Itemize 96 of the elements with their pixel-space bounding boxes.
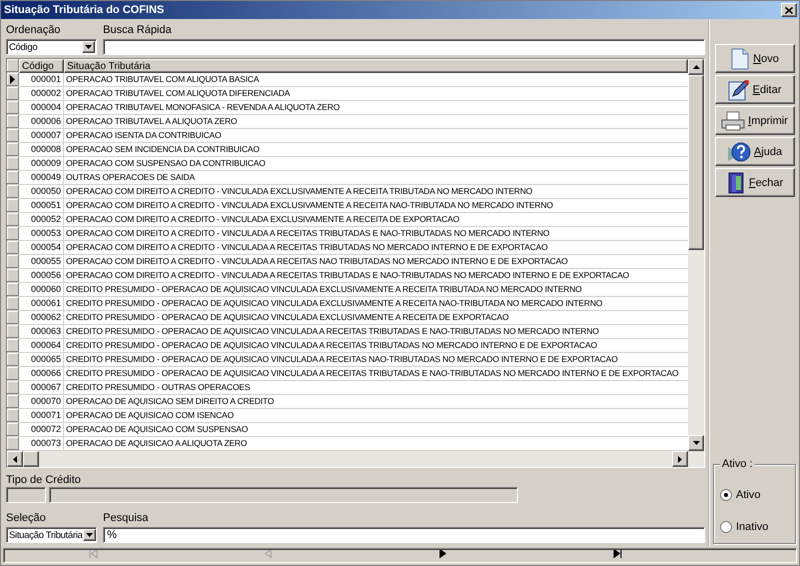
window-title: Situação Tributária do COFINS [4, 4, 166, 16]
table-cell: 000071 [19, 409, 64, 422]
table-cell: 000055 [19, 255, 64, 268]
right-arrow-icon[interactable] [678, 456, 682, 462]
table-cell: 000070 [19, 395, 64, 408]
horizontal-scrollbar[interactable] [7, 451, 704, 467]
table-cell-text: OPERACAO COM DIREITO A CREDITO - VINCULADA A RECEITAS TRIBUTADAS NO MERCADO INTERNO E DE EXPORTACAO [65, 241, 549, 254]
table-cell-text: OPERACAO DE AQUISICAO SEM DIREITO A CREDITO [65, 395, 275, 408]
table-cell: 000056 [19, 269, 64, 282]
table-cell-text: CREDITO PRESUMIDO - OUTRAS OPERACOES [65, 381, 251, 394]
radio-label[interactable]: Ativo [736, 489, 760, 501]
credit-code-field[interactable] [6, 487, 46, 503]
row-indicator[interactable] [7, 73, 19, 86]
table-cell-text: OPERACAO COM DIREITO A CREDITO - VINCULADA EXCLUSIVAMENTE A RECEITA NAO-TRIBUTADA NO MERCADO INTERNO [65, 199, 554, 212]
selection-dropdown[interactable]: Situação Tributária [6, 527, 97, 543]
close-button[interactable] [781, 3, 797, 17]
quick-search-field[interactable] [103, 39, 705, 55]
help-icon [726, 140, 751, 162]
field-label: Tipo de Crédito [6, 474, 82, 487]
column-header[interactable]: Situação Tributária [64, 59, 688, 73]
document-icon [730, 48, 750, 70]
radio-button[interactable] [720, 521, 732, 533]
table-cell: 000052 [19, 213, 64, 226]
table-cell-text: CREDITO PRESUMIDO - OPERACAO DE AQUISICAO VINCULADA A RECEITAS TRIBUTADAS E NAO-TRIBUTADAS NO MERCADO INTERNO [65, 325, 600, 338]
pencil-document-icon [728, 78, 750, 100]
table-cell: 000049 [19, 171, 64, 184]
table-cell-text: CREDITO PRESUMIDO - OPERACAO DE AQUISICAO VINCULADA A RECEITAS TRIBUTADAS E NAO-TRIBUTADAS NO MERCADO INTERNO E DE EXPORTACAO [65, 367, 680, 380]
table-cell: 000008 [19, 143, 64, 156]
table-cell-text: CREDITO PRESUMIDO - OPERACAO DE AQUISICAO VINCULADA A RECEITAS NAO-TRIBUTADAS NO MERCADO INTERNO E DE EXPORTACAO [65, 353, 619, 366]
table-cell: 000062 [19, 311, 64, 324]
table-cell-text: OPERACAO COM DIREITO A CREDITO - VINCULADA A RECEITAS TRIBUTADAS E NAO-TRIBUTADAS NO MERCADO INTERNO [65, 227, 550, 240]
table-cell: 000007 [19, 129, 64, 142]
table-cell: 000009 [19, 157, 64, 170]
table-cell-text: OPERACAO TRIBUTAVEL COM ALIQUOTA BASICA [65, 73, 260, 86]
table-cell: 000061 [19, 297, 64, 310]
table-cell-text: OPERACAO TRIBUTAVEL COM ALIQUOTA DIFERENCIADA [65, 87, 291, 100]
edit-button[interactable]: Editar [714, 75, 794, 104]
field-label: Pesquisa [103, 512, 150, 525]
search-field[interactable]: % [103, 527, 705, 543]
field-label: Seleção [6, 512, 47, 525]
table-cell-text: OPERACAO SEM INCIDENCIA DA CONTRIBUICAO [65, 143, 260, 156]
close-button[interactable]: Fechar [714, 168, 794, 197]
table-cell: 000064 [19, 339, 64, 352]
door-icon [726, 172, 746, 194]
radio-button[interactable] [720, 489, 732, 501]
field-label: Ordenação [6, 24, 62, 37]
table-cell: 000002 [19, 87, 64, 100]
table-cell-text: CREDITO PRESUMIDO - OPERACAO DE AQUISICAO VINCULADA EXCLUSIVAMENTE A RECEITA NAO-TRIBUTADA NO MERCADO INTERNO [65, 297, 604, 310]
table-cell: 000051 [19, 199, 64, 212]
scroll-thumb[interactable] [23, 451, 39, 467]
table-cell-text: OPERACAO COM DIREITO A CREDITO - VINCULADA A RECEITAS TRIBUTADAS E NAO-TRIBUTADAS NO MERCADO INTERNO E DE EXPORTACAO [65, 269, 630, 282]
table-cell: 000050 [19, 185, 64, 198]
table-cell: 000072 [19, 423, 64, 436]
column-header[interactable]: Código [19, 59, 64, 73]
radio-label[interactable]: Inativo [736, 521, 768, 533]
table-cell: 000060 [19, 283, 64, 296]
vertical-scrollbar[interactable] [688, 59, 704, 451]
up-arrow-icon[interactable] [692, 65, 700, 69]
table-cell-text: CREDITO PRESUMIDO - OPERACAO DE AQUISICAO VINCULADA EXCLUSIVAMENTE A RECEITA TRIBUTADA NO MERCADO INTERNO [65, 283, 583, 296]
table-cell: 000053 [19, 227, 64, 240]
field-label: Busca Rápida [103, 24, 172, 37]
table-cell: 000073 [19, 437, 64, 450]
table-cell-text: OUTRAS OPERACOES DE SAIDA [65, 171, 196, 184]
table-cell: 000004 [19, 101, 64, 114]
table-cell-text: OPERACAO COM DIREITO A CREDITO - VINCULADA EXCLUSIVAMENTE A RECEITA TRIBUTADA NO MERCADO INTERNO [65, 185, 534, 198]
table-cell-text: OPERACAO TRIBUTAVEL MONOFASICA - REVENDA A ALIQUOTA ZERO [65, 101, 341, 114]
credit-description-field[interactable] [49, 487, 518, 503]
table-cell: 000066 [19, 367, 64, 380]
caret-icon [85, 45, 92, 49]
group-title: Ativo : [720, 458, 755, 470]
table-cell-text: OPERACAO DE AQUISICAO A ALIQUOTA ZERO [65, 437, 248, 450]
down-arrow-icon[interactable] [692, 441, 700, 445]
table-cell-text: OPERACAO COM DIREITO A CREDITO - VINCULADA A RECEITAS NAO TRIBUTADAS NO MERCADO INTERNO E DE EXPORTACAO [65, 255, 569, 268]
table-cell-text: OPERACAO DE AQUISICAO COM SUSPENSAO [65, 423, 249, 436]
caret-icon [86, 533, 93, 537]
table-cell-text: OPERACAO TRIBUTAVEL A ALIQUOTA ZERO [65, 115, 238, 128]
table-cell: 000063 [19, 325, 64, 338]
table-cell: 000067 [19, 381, 64, 394]
help-button[interactable]: Ajuda [714, 137, 794, 166]
table-cell: 000001 [19, 73, 64, 86]
table-cell: 000054 [19, 241, 64, 254]
table-cell: 000006 [19, 115, 64, 128]
printer-icon [721, 110, 746, 130]
table-cell-text: OPERACAO COM SUSPENSAO DA CONTRIBUICAO [65, 157, 266, 170]
table-cell-text: OPERACAO DE AQUISICAO COM ISENCAO [65, 409, 235, 422]
close-icon [785, 6, 793, 14]
table-cell-text: CREDITO PRESUMIDO - OPERACAO DE AQUISICAO VINCULADA A RECEITAS TRIBUTADAS NO MERCADO INTERNO E DE EXPORTACAO [65, 339, 598, 352]
ordering-dropdown[interactable]: Código [6, 39, 97, 55]
new-button[interactable]: Novo [714, 44, 794, 73]
print-button[interactable]: Imprimir [714, 106, 794, 135]
table-cell-text: OPERACAO COM DIREITO A CREDITO - VINCULADA EXCLUSIVAMENTE A RECEITA DE EXPORTACAO [65, 213, 460, 226]
scroll-thumb[interactable] [688, 75, 704, 250]
table-cell-text: CREDITO PRESUMIDO - OPERACAO DE AQUISICAO VINCULADA EXCLUSIVAMENTE A RECEITA DE EXPORTACAO [65, 311, 510, 324]
left-arrow-icon[interactable] [13, 456, 17, 462]
table-cell-text: OPERACAO ISENTA DA CONTRIBUICAO [65, 129, 222, 142]
table-cell: 000065 [19, 353, 64, 366]
